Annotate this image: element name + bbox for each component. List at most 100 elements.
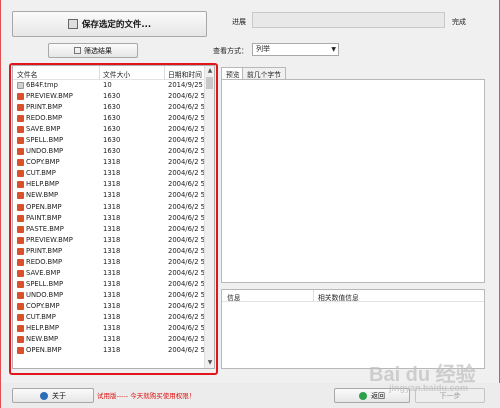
table-row[interactable]: UNDO.BMP 1630 2004/6/2 5: bbox=[13, 146, 207, 157]
file-name: NEW.BMP bbox=[26, 191, 59, 200]
table-row[interactable]: PREVIEW.BMP 1318 2004/6/2 5: bbox=[13, 235, 207, 246]
table-row[interactable]: CUT.BMP 1318 2004/6/2 5: bbox=[13, 168, 207, 179]
table-row[interactable]: OPEN.BMP 1318 2004/6/2 5: bbox=[13, 202, 207, 213]
file-name: SAVE.BMP bbox=[26, 268, 61, 277]
table-row[interactable]: PAINT.BMP 1318 2004/6/2 5: bbox=[13, 213, 207, 224]
file-name: PRINT.BMP bbox=[26, 103, 63, 112]
bmp-file-icon bbox=[17, 269, 24, 277]
file-name: NEW.BMP bbox=[26, 335, 59, 344]
table-row[interactable]: COPY.BMP 1318 2004/6/2 5: bbox=[13, 157, 207, 168]
bmp-file-icon bbox=[17, 93, 24, 101]
table-row[interactable]: REDO.BMP 1318 2004/6/2 5: bbox=[13, 257, 208, 268]
about-button[interactable]: 关于 bbox=[12, 388, 94, 403]
file-name: UNDO.BMP bbox=[26, 290, 64, 299]
tab-first-bytes[interactable]: 前几个字节 bbox=[242, 67, 286, 79]
bmp-file-icon bbox=[17, 325, 24, 333]
bmp-file-icon bbox=[17, 115, 24, 123]
table-row[interactable]: NEW.BMP 1318 2004/6/2 5: bbox=[13, 334, 208, 345]
file-list-rows: 6B4F.tmp 10 2014/9/25 PREVIEW.BMP 1630 2004/6… bbox=[13, 80, 208, 356]
file-date: 2004/6/2 5: bbox=[168, 301, 208, 310]
scroll-up-icon[interactable]: ▲ bbox=[205, 66, 214, 76]
file-size: 1318 bbox=[103, 180, 121, 189]
progress-done-label: 完成 bbox=[452, 18, 466, 26]
file-name: HELP.BMP bbox=[26, 324, 60, 333]
file-size: 1318 bbox=[103, 213, 121, 222]
file-list-scrollbar[interactable]: ▲ ▼ bbox=[204, 66, 214, 368]
view-mode-label: 查看方式： bbox=[213, 47, 248, 55]
table-row[interactable]: SAVE.BMP 1630 2004/6/2 5: bbox=[13, 124, 208, 135]
column-divider[interactable] bbox=[313, 290, 314, 302]
table-row[interactable]: NEW.BMP 1318 2004/6/2 5: bbox=[13, 190, 207, 201]
bmp-file-icon bbox=[17, 148, 24, 156]
watermark-subtext: jingyan.baidu.com bbox=[389, 383, 469, 393]
file-name: HELP.BMP bbox=[26, 180, 60, 189]
view-mode-select[interactable]: 列举 ▼ bbox=[252, 43, 339, 56]
file-name: PRINT.BMP bbox=[26, 246, 63, 255]
bmp-file-icon bbox=[17, 336, 24, 344]
file-name: OPEN.BMP bbox=[26, 202, 62, 211]
file-date: 2004/6/2 5: bbox=[168, 268, 208, 277]
table-row[interactable]: PASTE.BMP 1318 2004/6/2 5: bbox=[13, 224, 208, 235]
column-header-filename[interactable]: 文件名 bbox=[17, 69, 37, 79]
bmp-file-icon bbox=[17, 258, 24, 266]
file-date: 2004/6/2 5: bbox=[168, 125, 208, 134]
table-row[interactable]: SPELL.BMP 1630 2004/6/2 5: bbox=[13, 135, 207, 146]
bmp-file-icon bbox=[17, 159, 24, 167]
table-row[interactable]: CUT.BMP 1318 2004/6/2 5: bbox=[13, 312, 207, 323]
view-mode-value: 列举 bbox=[256, 45, 270, 53]
filter-results-button[interactable]: 筛选结果 bbox=[48, 43, 138, 58]
progress-bar bbox=[252, 12, 445, 28]
file-name: SPELL.BMP bbox=[26, 136, 64, 145]
file-list[interactable]: 文件名 文件大小 日期和时间 6B4F.tmp 10 2014/9/25 PREVIE… bbox=[12, 65, 215, 369]
table-row[interactable]: 6B4F.tmp 10 2014/9/25 bbox=[13, 80, 205, 91]
file-size: 1318 bbox=[103, 335, 121, 344]
table-row[interactable]: OPEN.BMP 1318 2004/6/2 5: bbox=[13, 345, 207, 356]
back-arrow-icon bbox=[359, 391, 367, 400]
file-name: CUT.BMP bbox=[26, 169, 56, 178]
filter-icon bbox=[74, 47, 81, 54]
column-divider[interactable] bbox=[99, 66, 100, 80]
column-header-info[interactable]: 信息 bbox=[227, 292, 241, 302]
file-name: COPY.BMP bbox=[26, 158, 60, 167]
table-row[interactable]: UNDO.BMP 1318 2004/6/2 5: bbox=[13, 290, 207, 301]
tab-first-bytes-label: 前几个字节 bbox=[247, 71, 281, 79]
table-row[interactable]: PRINT.BMP 1630 2004/6/2 5: bbox=[13, 102, 207, 113]
table-row[interactable]: PREVIEW.BMP 1630 2004/6/2 5: bbox=[13, 91, 207, 102]
file-date: 2004/6/2 5: bbox=[168, 335, 208, 344]
file-name: REDO.BMP bbox=[26, 114, 63, 123]
save-selected-files-button[interactable]: 保存选定的文件... bbox=[12, 11, 207, 37]
scroll-down-icon[interactable]: ▼ bbox=[205, 358, 214, 368]
file-size: 1630 bbox=[103, 114, 121, 123]
info-table: 信息 相关数值信息 bbox=[221, 289, 485, 369]
preview-pane bbox=[221, 79, 485, 283]
file-size: 1318 bbox=[103, 202, 121, 211]
bmp-file-icon bbox=[17, 291, 24, 299]
file-date: 2004/6/2 5: bbox=[168, 224, 208, 233]
scroll-thumb[interactable] bbox=[206, 77, 213, 89]
table-row[interactable]: HELP.BMP 1318 2004/6/2 5: bbox=[13, 179, 207, 190]
table-row[interactable]: REDO.BMP 1630 2004/6/2 5: bbox=[13, 113, 207, 124]
tmp-file-icon bbox=[17, 82, 24, 89]
table-row[interactable]: SPELL.BMP 1318 2004/6/2 5: bbox=[13, 279, 208, 290]
file-name: SPELL.BMP bbox=[26, 279, 64, 288]
info-icon bbox=[40, 391, 48, 400]
file-name: 6B4F.tmp bbox=[26, 81, 58, 89]
file-date: 2004/6/2 5: bbox=[168, 279, 208, 288]
file-date: 2004/6/2 5: bbox=[168, 257, 208, 266]
file-size: 1318 bbox=[103, 191, 121, 200]
bmp-file-icon bbox=[17, 347, 24, 355]
column-header-values[interactable]: 相关数值信息 bbox=[318, 292, 359, 302]
table-row[interactable]: PRINT.BMP 1318 2004/6/2 5: bbox=[13, 246, 207, 257]
column-header-filesize[interactable]: 文件大小 bbox=[103, 69, 130, 79]
save-icon bbox=[67, 19, 78, 29]
file-size: 1630 bbox=[103, 136, 121, 145]
file-size: 1630 bbox=[103, 103, 121, 112]
bmp-file-icon bbox=[17, 302, 24, 310]
column-header-datetime[interactable]: 日期和时间 bbox=[168, 69, 202, 79]
file-size: 1318 bbox=[103, 268, 121, 277]
column-divider[interactable] bbox=[164, 66, 165, 80]
table-row[interactable]: SAVE.BMP 1318 2004/6/2 5: bbox=[13, 268, 208, 279]
file-name: PREVIEW.BMP bbox=[26, 92, 73, 101]
table-row[interactable]: COPY.BMP 1318 2004/6/2 5: bbox=[13, 301, 208, 312]
table-row[interactable]: HELP.BMP 1318 2004/6/2 5: bbox=[13, 323, 207, 334]
